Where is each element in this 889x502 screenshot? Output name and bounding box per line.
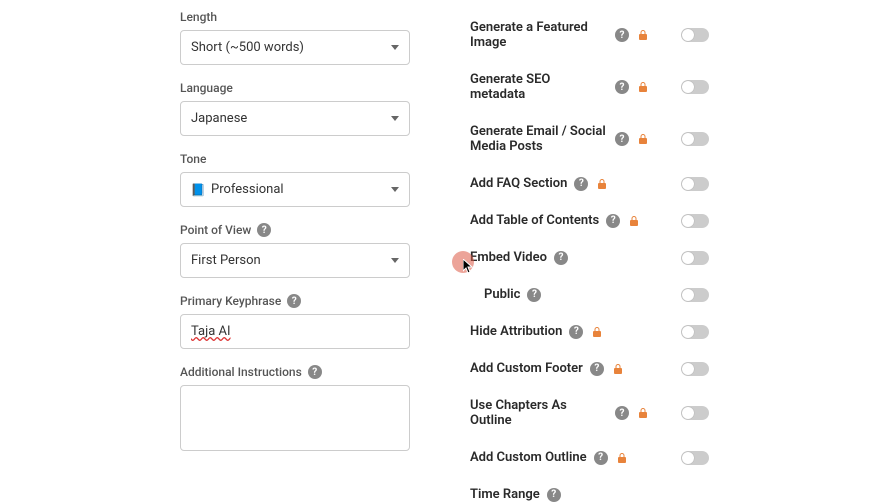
lock-icon (636, 80, 650, 94)
tone-value: Professional (211, 182, 284, 197)
option-label: Generate a Featured Image (470, 20, 608, 50)
toggle-faq[interactable] (681, 177, 709, 191)
help-icon[interactable]: ? (615, 132, 629, 146)
option-label: Hide Attribution (470, 324, 562, 339)
option-featured-image: Generate a Featured Image ? (470, 20, 709, 50)
language-value: Japanese (191, 111, 247, 126)
chevron-down-icon (391, 187, 399, 192)
language-field: Language Japanese (180, 81, 410, 136)
option-label: Public (484, 287, 520, 302)
length-label: Length (180, 10, 410, 24)
option-custom-footer: Add Custom Footer ? (470, 361, 709, 376)
length-select[interactable]: Short (~500 words) (180, 30, 410, 65)
toggle-public[interactable] (681, 288, 709, 302)
length-value: Short (~500 words) (191, 40, 304, 55)
help-icon[interactable]: ? (574, 177, 588, 191)
option-toc: Add Table of Contents ? (470, 213, 709, 228)
toggle-hide-attribution[interactable] (681, 325, 709, 339)
help-icon[interactable]: ? (606, 214, 620, 228)
option-label: Add Custom Outline (470, 450, 587, 465)
keyphrase-field: Primary Keyphrase ? Taja AI (180, 294, 410, 349)
lock-icon (611, 362, 625, 376)
lock-icon (590, 325, 604, 339)
pov-label: Point of View (180, 223, 251, 237)
option-chapters-outline: Use Chapters As Outline ? (470, 398, 709, 428)
pov-value: First Person (191, 253, 261, 268)
help-icon[interactable]: ? (287, 294, 301, 308)
help-icon[interactable]: ? (615, 28, 629, 42)
help-icon[interactable]: ? (590, 362, 604, 376)
chevron-down-icon (391, 258, 399, 263)
instructions-field: Additional Instructions ? (180, 365, 410, 455)
help-icon[interactable]: ? (615, 406, 629, 420)
toggle-custom-footer[interactable] (681, 362, 709, 376)
help-icon[interactable]: ? (527, 288, 541, 302)
help-icon[interactable]: ? (308, 365, 322, 379)
toggle-custom-outline[interactable] (681, 451, 709, 465)
option-seo-metadata: Generate SEO metadata ? (470, 72, 709, 102)
pov-field: Point of View ? First Person (180, 223, 410, 278)
option-label: Add Table of Contents (470, 213, 599, 228)
toggle-embed-video[interactable] (681, 251, 709, 265)
instructions-input[interactable] (180, 385, 410, 451)
language-select[interactable]: Japanese (180, 101, 410, 136)
pov-select[interactable]: First Person (180, 243, 410, 278)
toggle-seo-metadata[interactable] (681, 80, 709, 94)
help-icon[interactable]: ? (594, 451, 608, 465)
help-icon[interactable]: ? (615, 80, 629, 94)
keyphrase-value: Taja AI (191, 324, 231, 339)
toggle-toc[interactable] (681, 214, 709, 228)
language-label: Language (180, 81, 410, 95)
option-label: Generate Email / Social Media Posts (470, 124, 608, 154)
chevron-down-icon (391, 116, 399, 121)
lock-icon (615, 451, 629, 465)
option-email-social: Generate Email / Social Media Posts ? (470, 124, 709, 154)
lock-icon (636, 132, 650, 146)
toggle-featured-image[interactable] (681, 28, 709, 42)
option-label: Add Custom Footer (470, 361, 583, 376)
option-custom-outline: Add Custom Outline ? (470, 450, 709, 465)
option-public: Public ? (470, 287, 709, 302)
tone-select[interactable]: 📘 Professional (180, 172, 410, 207)
option-embed-video: Embed Video ? (470, 250, 709, 265)
chevron-down-icon (391, 45, 399, 50)
professional-icon: 📘 (191, 183, 205, 197)
lock-icon (595, 177, 609, 191)
keyphrase-label: Primary Keyphrase (180, 294, 281, 308)
tone-label: Tone (180, 152, 410, 166)
option-hide-attribution: Hide Attribution ? (470, 324, 709, 339)
toggle-email-social[interactable] (681, 132, 709, 146)
help-icon[interactable]: ? (569, 325, 583, 339)
lock-icon (636, 406, 650, 420)
keyphrase-input[interactable]: Taja AI (180, 314, 410, 349)
option-label: Generate SEO metadata (470, 72, 608, 102)
help-icon[interactable]: ? (547, 488, 561, 502)
option-label: Add FAQ Section (470, 176, 567, 191)
option-label: Embed Video (470, 250, 547, 265)
lock-icon (636, 28, 650, 42)
option-faq: Add FAQ Section ? (470, 176, 709, 191)
tone-field: Tone 📘 Professional (180, 152, 410, 207)
instructions-label: Additional Instructions (180, 365, 302, 379)
option-label: Use Chapters As Outline (470, 398, 608, 428)
length-field: Length Short (~500 words) (180, 10, 410, 65)
lock-icon (627, 214, 641, 228)
help-icon[interactable]: ? (257, 223, 271, 237)
help-icon[interactable]: ? (554, 251, 568, 265)
toggle-chapters-outline[interactable] (681, 406, 709, 420)
